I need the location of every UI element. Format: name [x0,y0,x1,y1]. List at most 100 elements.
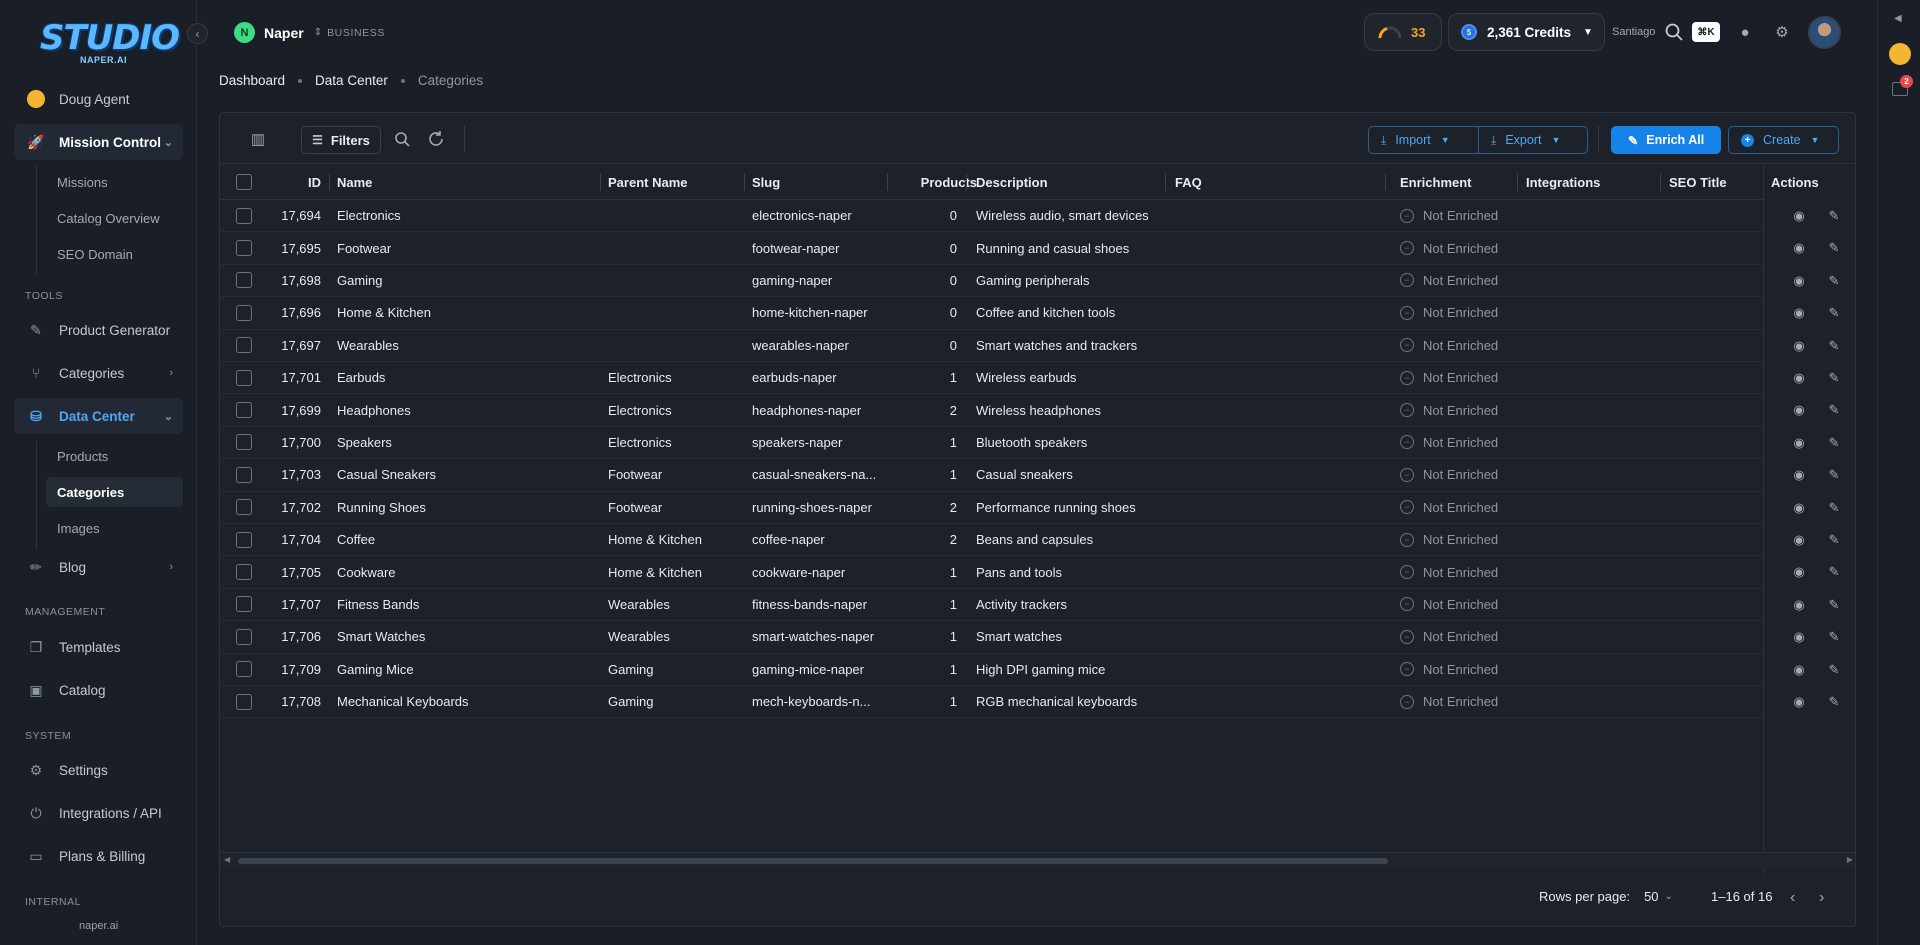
shortcut-badge[interactable]: ⌘K [1692,22,1720,42]
view-icon[interactable]: ◉ [1790,563,1808,581]
edit-icon[interactable]: ✎ [1825,304,1843,322]
col-header-id[interactable]: ID [270,164,321,200]
next-page-button[interactable]: › [1819,889,1824,907]
row-checkbox[interactable] [236,304,252,321]
search-columns-icon[interactable] [390,127,414,151]
edit-icon[interactable]: ✎ [1825,369,1843,387]
rows-per-page-select[interactable]: 50 ⌄ [1644,889,1673,904]
edit-icon[interactable]: ✎ [1825,628,1843,646]
studio-logo[interactable]: STUDIO NAPER.AI [40,18,180,66]
sidebar-item-categories-data[interactable]: Categories [46,477,183,507]
edit-icon[interactable]: ✎ [1825,693,1843,711]
horizontal-scrollbar[interactable]: ◀ ▶ [220,852,1855,868]
row-checkbox[interactable] [236,499,252,516]
view-icon[interactable]: ◉ [1790,304,1808,322]
row-checkbox[interactable] [236,240,252,257]
filters-button[interactable]: ☰ Filters [301,126,381,154]
table-row[interactable]: 17,702 Running Shoes Footwear running-shoes… [220,492,1855,524]
select-all-checkbox[interactable] [236,173,252,190]
col-header-faq[interactable]: FAQ [1175,164,1202,200]
import-button[interactable]: ⤓ Import ▼ [1368,126,1479,154]
table-row[interactable]: 17,697 Wearables wearables-naper 0 Smart wat… [220,330,1855,362]
col-header-seo-title[interactable]: SEO Title [1669,164,1727,200]
row-checkbox[interactable] [236,661,252,678]
row-checkbox[interactable] [236,466,252,483]
view-icon[interactable]: ◉ [1790,693,1808,711]
credits-button[interactable]: $ 2,361 Credits ▼ [1448,13,1605,51]
usage-gauge[interactable]: 33 [1364,13,1442,51]
table-row[interactable]: 17,704 Coffee Home & Kitchen coffee-naper 2 B… [220,524,1855,557]
view-icon[interactable]: ◉ [1790,661,1808,679]
edit-icon[interactable]: ✎ [1825,401,1843,419]
table-row[interactable]: 17,695 Footwear footwear-naper 0 Running and… [220,232,1855,265]
edit-icon[interactable]: ✎ [1825,239,1843,257]
sidebar-item-images[interactable]: Images [46,513,183,543]
search-icon[interactable] [1664,22,1684,42]
scrollbar-thumb[interactable] [238,858,1388,864]
sidebar-item-settings[interactable]: ⚙ Settings [14,752,183,788]
row-checkbox[interactable] [236,596,252,613]
view-icon[interactable]: ◉ [1790,207,1808,225]
col-header-name[interactable]: Name [337,164,372,200]
sidebar-item-billing[interactable]: ▭ Plans & Billing [14,838,183,874]
scroll-right-icon[interactable]: ▶ [1847,855,1853,864]
table-row[interactable]: 17,700 Speakers Electronics speakers-naper 1… [220,427,1855,460]
edit-icon[interactable]: ✎ [1825,207,1843,225]
col-header-slug[interactable]: Slug [752,164,780,200]
collapse-sidebar-button[interactable]: ‹ [187,23,208,44]
view-icon[interactable]: ◉ [1790,337,1808,355]
sidebar-item-integrations[interactable]: ⏻ Integrations / API [14,795,183,831]
table-row[interactable]: 17,707 Fitness Bands Wearables fitness-band… [220,589,1855,622]
breadcrumb-data-center[interactable]: Data Center [315,73,388,88]
row-checkbox[interactable] [236,531,252,548]
col-header-parent-name[interactable]: Parent Name [608,164,687,200]
edit-icon[interactable]: ✎ [1825,466,1843,484]
view-icon[interactable]: ◉ [1790,369,1808,387]
sidebar-item-blog[interactable]: ✏ Blog › [14,549,183,585]
row-checkbox[interactable] [236,628,252,645]
view-icon[interactable]: ◉ [1790,499,1808,517]
row-checkbox[interactable] [236,272,252,289]
refresh-icon[interactable] [424,127,448,151]
table-row[interactable]: 17,696 Home & Kitchen home-kitchen-naper 0 C… [220,297,1855,330]
row-checkbox[interactable] [236,434,252,451]
view-icon[interactable]: ◉ [1790,272,1808,290]
sidebar-item-mission-control[interactable]: 🚀 Mission Control ⌄ [14,124,183,160]
create-button[interactable]: + Create ▼ [1728,126,1839,154]
table-row[interactable]: 17,694 Electronics electronics-naper 0 Wirel… [220,200,1855,233]
view-icon[interactable]: ◉ [1790,531,1808,549]
row-checkbox[interactable] [236,402,252,419]
table-row[interactable]: 17,698 Gaming gaming-naper 0 Gaming peripher… [220,265,1855,298]
sidebar-item-missions[interactable]: Missions [46,167,183,197]
col-header-products[interactable]: Products [895,164,977,200]
table-row[interactable]: 17,703 Casual Sneakers Footwear casual-snea… [220,459,1855,492]
view-icon[interactable]: ◉ [1790,239,1808,257]
expand-rail-icon[interactable]: ◀ [1894,13,1902,24]
edit-icon[interactable]: ✎ [1825,563,1843,581]
user-avatar[interactable] [1808,16,1841,49]
columns-icon[interactable]: ▥ [246,127,270,151]
edit-icon[interactable]: ✎ [1825,499,1843,517]
sidebar-item-seo-domain[interactable]: SEO Domain [46,239,183,269]
view-icon[interactable]: ◉ [1790,401,1808,419]
gear-icon[interactable]: ⚙ [1772,22,1792,42]
col-header-description[interactable]: Description [976,164,1048,200]
sidebar-item-catalog-overview[interactable]: Catalog Overview [46,203,183,233]
edit-icon[interactable]: ✎ [1825,337,1843,355]
edit-icon[interactable]: ✎ [1825,531,1843,549]
edit-icon[interactable]: ✎ [1825,596,1843,614]
org-switcher[interactable]: N Naper ⇕ BUSINESS [234,22,385,43]
sidebar-item-doug-agent[interactable]: Doug Agent [14,81,183,117]
edit-icon[interactable]: ✎ [1825,434,1843,452]
table-row[interactable]: 17,705 Cookware Home & Kitchen cookware-nap… [220,556,1855,589]
view-icon[interactable]: ◉ [1790,434,1808,452]
table-row[interactable]: 17,709 Gaming Mice Gaming gaming-mice-naper… [220,654,1855,686]
prev-page-button[interactable]: ‹ [1790,889,1795,907]
table-row[interactable]: 17,706 Smart Watches Wearables smart-watche… [220,621,1855,654]
col-header-integrations[interactable]: Integrations [1526,164,1600,200]
row-checkbox[interactable] [236,564,252,581]
view-icon[interactable]: ◉ [1790,466,1808,484]
view-icon[interactable]: ◉ [1790,596,1808,614]
sidebar-item-products[interactable]: Products [46,441,183,471]
breadcrumb-dashboard[interactable]: Dashboard [219,73,285,88]
